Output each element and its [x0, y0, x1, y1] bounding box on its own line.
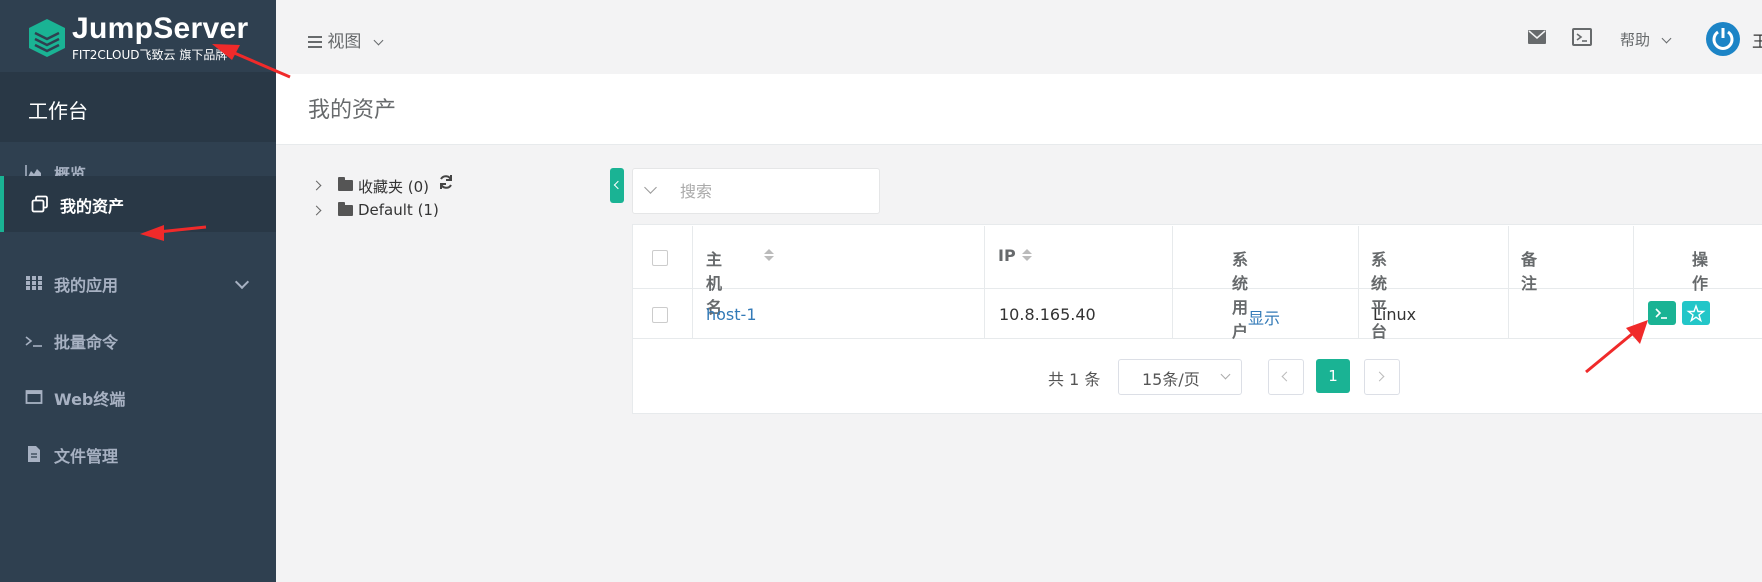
annotation-arrows	[140, 44, 1648, 374]
annotation-arrow	[212, 44, 291, 79]
annotation-arrow	[1585, 320, 1648, 374]
annotation-arrow	[140, 225, 207, 241]
